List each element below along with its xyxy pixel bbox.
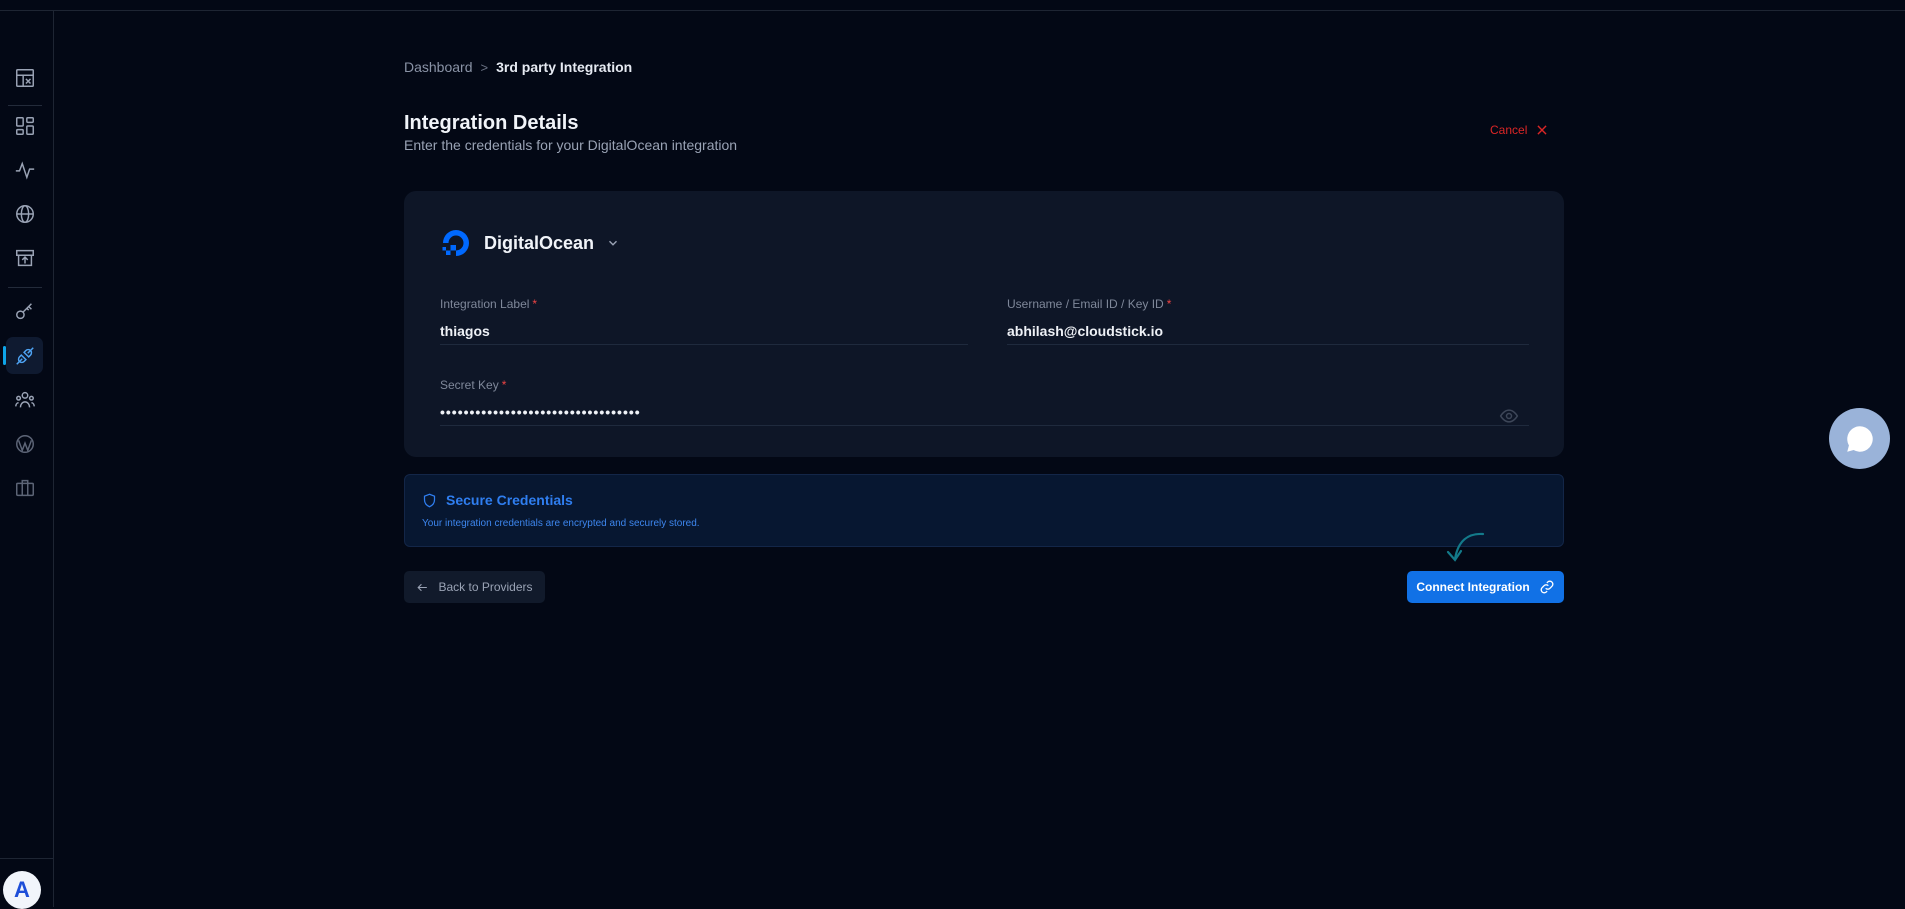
username-label: Username / Email ID / Key ID * [1007, 297, 1172, 311]
secret-key-field: Secret Key * [440, 378, 1529, 426]
provider-selector[interactable]: DigitalOcean [440, 227, 620, 259]
connect-label: Connect Integration [1416, 580, 1530, 594]
sidebar-divider [8, 287, 42, 288]
secure-credentials-notice: Secure Credentials Your integration cred… [404, 474, 1564, 547]
page-title: Integration Details [404, 112, 579, 134]
hint-arrow-icon [1446, 532, 1485, 562]
shield-icon [423, 493, 436, 507]
secure-credentials-title: Secure Credentials [422, 492, 573, 508]
secret-key-input[interactable] [440, 398, 1529, 426]
provider-name: DigitalOcean [484, 232, 595, 253]
close-icon [1537, 125, 1547, 135]
integration-label-label: Integration Label * [440, 297, 538, 311]
username-field: Username / Email ID / Key ID * [1007, 297, 1529, 345]
sidebar: A [0, 11, 54, 909]
globe-icon[interactable] [6, 195, 43, 232]
chevron-down-icon [606, 236, 620, 250]
sidebar-divider [0, 858, 54, 859]
cancel-button[interactable]: Cancel [1490, 123, 1549, 137]
chat-widget-button[interactable] [1829, 408, 1890, 469]
chat-icon [1846, 425, 1873, 452]
avatar[interactable]: A [3, 871, 41, 909]
plug-icon[interactable] [3, 337, 43, 374]
secure-credentials-text: Your integration credentials are encrypt… [422, 518, 700, 529]
activity-icon[interactable] [6, 151, 43, 188]
wordpress-icon[interactable] [6, 425, 43, 462]
connect-integration-button[interactable]: Connect Integration [1407, 571, 1564, 603]
breadcrumb: Dashboard > 3rd party Integration [404, 59, 632, 75]
back-label: Back to Providers [438, 580, 533, 594]
dashboard-icon[interactable] [6, 107, 43, 144]
breadcrumb-separator: > [480, 59, 489, 75]
arrow-left-icon [417, 583, 428, 591]
top-bar [0, 0, 1905, 11]
team-icon[interactable] [6, 381, 43, 418]
store-icon[interactable] [6, 239, 43, 276]
layout-icon[interactable] [6, 59, 43, 96]
integration-label-input[interactable] [440, 317, 968, 345]
integration-label-field: Integration Label * [440, 297, 968, 345]
eye-icon[interactable] [1499, 406, 1519, 426]
username-input[interactable] [1007, 317, 1529, 345]
briefcase-icon[interactable] [6, 469, 43, 506]
back-to-providers-button[interactable]: Back to Providers [404, 571, 545, 603]
link-icon [1540, 580, 1554, 594]
sidebar-divider [8, 105, 42, 106]
digitalocean-logo-icon [440, 227, 472, 259]
integration-form-card: DigitalOcean Integration Label* Username… [404, 191, 1564, 457]
breadcrumb-current: 3rd party Integration [496, 59, 633, 75]
cancel-label: Cancel [1490, 123, 1528, 137]
key-icon[interactable] [6, 293, 43, 330]
page-subtitle: Enter the credentials for your DigitalOc… [404, 137, 738, 153]
breadcrumb-dashboard[interactable]: Dashboard [404, 59, 473, 75]
secret-key-label: Secret Key * [440, 378, 507, 392]
